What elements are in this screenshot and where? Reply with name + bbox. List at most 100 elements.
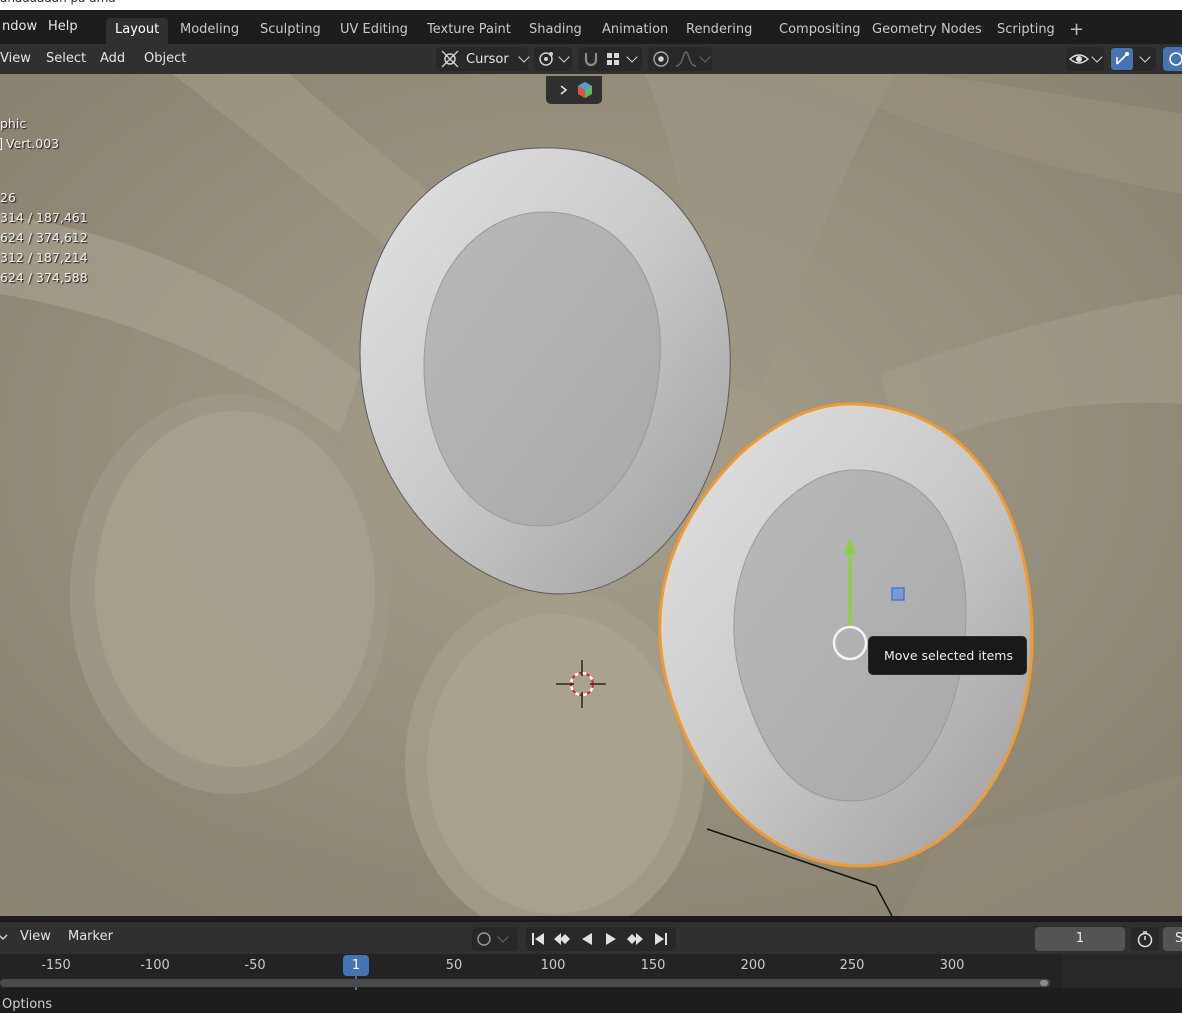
keying-dropdown[interactable]	[472, 927, 518, 951]
tab-animation[interactable]: Animation	[593, 18, 677, 44]
tab-layout[interactable]: Layout	[106, 18, 169, 44]
tick-label: 50	[445, 958, 463, 973]
tab-uv-editing[interactable]: UV Editing	[331, 18, 417, 44]
menu-window[interactable]: ndow	[0, 16, 43, 38]
header-menu-view[interactable]: View	[0, 48, 37, 70]
status-bar: Options	[0, 992, 1182, 1013]
timeline-menu-marker[interactable]: Marker	[62, 926, 119, 948]
transform-affect-icon	[539, 52, 553, 66]
tick-label: 150	[640, 958, 666, 973]
playhead-frame-indicator[interactable]: 1	[343, 955, 369, 976]
menu-help[interactable]: Help	[42, 16, 84, 38]
top-menubar: ndow Help Layout Modeling Sculpting UV E…	[0, 10, 1182, 44]
view-mode-text: phic	[0, 116, 27, 131]
tick-label: -50	[244, 958, 266, 973]
proportional-editing-icon[interactable]	[651, 49, 671, 69]
chevron-down-icon	[518, 51, 530, 63]
overlays-icon	[1169, 52, 1182, 66]
chevron-down-icon[interactable]	[626, 51, 638, 63]
snapping-group	[578, 47, 642, 71]
play-reverse-icon	[582, 933, 592, 945]
chevron-down-icon	[497, 931, 509, 943]
gizmo-icon	[1116, 52, 1129, 65]
3d-viewport[interactable]: phic Vert.003 26 314 / 187,461 624 / 374…	[0, 74, 1182, 916]
tab-sculpting[interactable]: Sculpting	[251, 18, 330, 44]
jump-end-button[interactable]	[651, 929, 671, 949]
header-menu-add[interactable]: Add	[94, 48, 131, 70]
tab-modeling[interactable]: Modeling	[171, 18, 248, 44]
stat-edges: 624 / 374,612	[0, 230, 88, 245]
stopwatch-icon	[1137, 931, 1153, 948]
tick-label: -150	[41, 958, 71, 973]
pivot-point-dropdown[interactable]: Cursor	[436, 47, 530, 71]
stat-vertices: 314 / 187,461	[0, 210, 88, 225]
proportional-editing-group	[648, 47, 712, 71]
viewport-header: View Select Add Object Cursor	[0, 44, 1182, 74]
play-reverse-button[interactable]	[577, 929, 597, 949]
eye-icon	[1069, 54, 1089, 64]
tab-texture-paint[interactable]: Texture Paint	[418, 18, 520, 44]
tab-shading[interactable]: Shading	[520, 18, 591, 44]
jump-start-icon	[532, 933, 544, 945]
stat-triangles: 624 / 374,588	[0, 270, 88, 285]
visibility-dropdown[interactable]	[1066, 47, 1104, 71]
jump-start-button[interactable]	[528, 929, 548, 949]
header-menu-select[interactable]: Select	[40, 48, 92, 70]
tick-label: 100	[540, 958, 566, 973]
overlays-toggle-button[interactable]	[1163, 47, 1182, 71]
jump-next-keyframe-button[interactable]	[625, 929, 645, 949]
next-keyframe-icon	[627, 933, 643, 945]
tool-header-expand-tab[interactable]	[546, 76, 602, 104]
tab-compositing[interactable]: Compositing	[770, 18, 870, 44]
stat-faces: 312 / 187,214	[0, 250, 88, 265]
magnet-icon[interactable]	[580, 48, 602, 70]
options-label[interactable]: Options	[2, 997, 52, 1012]
snap-grid-icon[interactable]	[605, 51, 621, 67]
tab-scripting[interactable]: Scripting	[988, 18, 1064, 44]
object-data-icon	[0, 138, 2, 150]
tab-rendering[interactable]: Rendering	[677, 18, 761, 44]
timeline-header: View Marker 1 S	[0, 920, 1182, 954]
header-menu-object[interactable]: Object	[138, 48, 192, 70]
active-object-text: Vert.003	[0, 136, 59, 151]
gizmo-toggle-group	[1110, 47, 1156, 71]
tick-label: 200	[740, 958, 766, 973]
play-button[interactable]	[601, 929, 621, 949]
chevron-down-icon[interactable]	[699, 51, 711, 63]
plane-handle[interactable]	[891, 587, 905, 601]
prev-keyframe-icon	[554, 933, 570, 945]
add-workspace-button[interactable]: +	[1060, 18, 1093, 44]
timeline-menu-view[interactable]: View	[14, 926, 57, 948]
viewport-scene	[0, 74, 1182, 916]
editor-type-icon[interactable]	[0, 930, 8, 944]
move-tooltip: Move selected items	[868, 636, 1027, 675]
pivot-label: Cursor	[466, 51, 509, 67]
timeline-ruler[interactable]: -150 -100 -50 1 50 100 150 200 250 300	[0, 954, 1062, 990]
tick-label: -100	[140, 958, 170, 973]
timeline-side-area	[1062, 954, 1182, 988]
stat-objects: 26	[0, 190, 16, 205]
window-title-clipped: anaaaaaan pa ama	[0, 0, 116, 5]
gizmo-toggle-button[interactable]	[1111, 48, 1133, 70]
jump-prev-keyframe-button[interactable]	[552, 929, 572, 949]
start-frame-field[interactable]: S	[1163, 927, 1182, 951]
tick-label: 250	[839, 958, 865, 973]
active-tool-icon	[578, 82, 592, 98]
timeline-scrollbar[interactable]	[0, 979, 1050, 987]
falloff-curve-icon[interactable]	[675, 50, 697, 68]
tick-label: 300	[939, 958, 965, 973]
transform-orientation-dropdown[interactable]	[534, 47, 572, 71]
cursor-pivot-icon	[441, 50, 459, 68]
current-frame-field[interactable]: 1	[1035, 927, 1125, 951]
record-icon	[477, 932, 491, 946]
jump-end-icon	[655, 933, 667, 945]
chevron-down-icon[interactable]	[1139, 51, 1151, 63]
chevron-right-icon	[560, 85, 568, 95]
auto-keying-button[interactable]	[1131, 927, 1159, 951]
window-title-strip: anaaaaaan pa ama	[0, 0, 1182, 10]
play-icon	[606, 933, 616, 945]
object-name: Vert.003	[5, 136, 60, 151]
scrollbar-handle[interactable]	[1040, 980, 1048, 986]
chevron-down-icon	[558, 51, 570, 63]
tab-geometry-nodes[interactable]: Geometry Nodes	[863, 18, 991, 44]
